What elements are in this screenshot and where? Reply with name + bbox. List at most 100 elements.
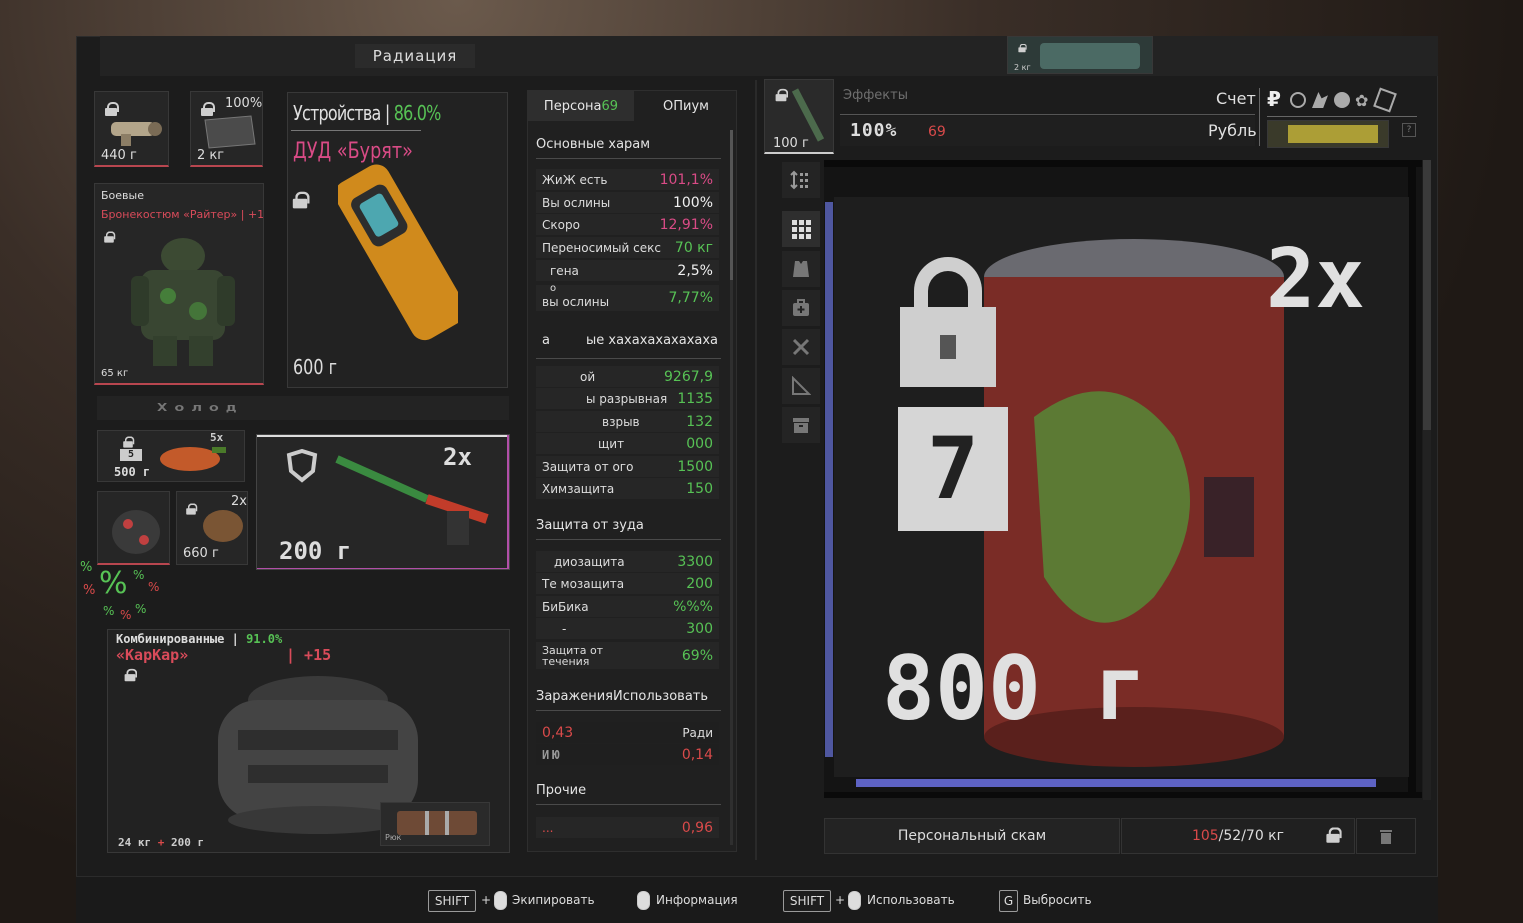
quick-slot-syringe[interactable]: 2x 200 г [256, 434, 510, 570]
quick-slot-grenade[interactable] [97, 491, 170, 565]
stat-label: Защита от ого [542, 459, 634, 474]
help-icon[interactable]: ? [1402, 123, 1416, 137]
stat-value: 2,5% [677, 262, 713, 279]
equip-slot-device[interactable]: Устройства | 86.0% ДУД «Бурят» 600 г [287, 92, 508, 388]
sort-icon [790, 170, 808, 190]
injector-pistol-icon [335, 455, 489, 545]
lock-icon [775, 88, 789, 102]
currency-label: Рубль [1208, 121, 1257, 140]
inventory-item-can[interactable]: 2x 7 800 г [834, 197, 1409, 777]
tab-opium[interactable]: ОПиум [634, 91, 738, 121]
stat-value: 000 [686, 435, 713, 452]
effects-value: 100% [850, 120, 898, 141]
currency-item-slot[interactable] [1267, 120, 1389, 148]
stat-value: 0,43 [542, 724, 574, 741]
stat-label-top: о [550, 283, 557, 294]
stat-label-wrap: о вы ослины [542, 283, 609, 309]
stats-scrollbar[interactable] [730, 130, 733, 845]
stat-value: 3300 [677, 553, 713, 570]
mouse-icon [637, 891, 650, 910]
divider [507, 435, 509, 569]
g-key: G [999, 890, 1018, 912]
equip-slot-weapon-attachment[interactable]: 440 г [94, 91, 169, 167]
window-title-tab[interactable]: Радиация [355, 44, 475, 68]
hint-use[interactable]: Использовать [867, 893, 955, 907]
stat-row: Скоро 12,91% [536, 214, 719, 235]
scope-icon [111, 122, 162, 146]
inventory-grid[interactable]: 2x 7 800 г [824, 160, 1422, 798]
backpack-weight: 24 кг [118, 836, 152, 849]
mouse-icon [848, 891, 861, 910]
divider [840, 114, 1255, 115]
effects-bar [840, 116, 1255, 146]
stat-label: диозащита [554, 554, 625, 569]
backpack-extra-weight: 200 г [171, 836, 205, 849]
divider [825, 202, 833, 757]
stat-row: Защита от течения 69% [536, 642, 719, 669]
hint-drop[interactable]: Выбросить [1023, 893, 1092, 907]
divider [1259, 88, 1260, 146]
divider [257, 568, 509, 569]
section-infections: ЗараженияИспользовать [536, 689, 721, 711]
stat-row: - 300 [536, 618, 719, 639]
item-weight: 660 г [183, 546, 219, 561]
inner-item-label: Рюк [385, 833, 402, 842]
category-misc-button[interactable] [782, 368, 820, 404]
category-storage-button[interactable] [782, 407, 820, 443]
gear-icon[interactable] [1290, 92, 1306, 108]
ruler-icon [792, 376, 811, 395]
item-weight: 100 г [773, 136, 809, 151]
backpack-inner-item[interactable]: Рюк [380, 802, 490, 846]
equip-slot-backpack[interactable]: Комбинированные | 91.0% «КарКар» | +15 Р… [107, 629, 510, 853]
tab-persona-label: Персона [543, 98, 602, 114]
effect-percent: % [120, 608, 132, 622]
grid-icon [792, 220, 811, 239]
carrot-food-icon [160, 447, 226, 471]
hint-equip[interactable]: Экипировать [512, 893, 595, 907]
durability: 100% [225, 96, 263, 111]
stat-row: Защита от ого 1500 [536, 456, 719, 477]
equip-slot-armor[interactable]: Боевые Бронекостюм «Райтер» | +14 65 кг [94, 183, 264, 385]
category-all-button[interactable] [782, 211, 820, 247]
stat-row: ... 0,96 [536, 817, 719, 838]
hint-info[interactable]: Информация [656, 893, 738, 907]
armor-name: Бронекостюм «Райтер» | +14 [101, 208, 264, 221]
top-item-slot[interactable]: 2 кг [1007, 36, 1153, 74]
item-weight: 800 г [882, 637, 1147, 740]
stat-row: гена 2,5% [536, 260, 719, 281]
stat-row: 0,43 Ради [536, 722, 719, 743]
backpack-category: Комбинированные [116, 632, 225, 646]
stat-value: 7,77% [668, 290, 713, 306]
box-icon [793, 418, 809, 433]
selected-item-slot[interactable]: 100 г [764, 79, 834, 154]
category-tools-button[interactable] [782, 329, 820, 365]
tab-persona[interactable]: Персона 69 [528, 91, 634, 121]
weight-readout: 105/52/70 кг [1121, 818, 1355, 854]
section-protection-title: ые хахахахахахаха [586, 333, 719, 348]
lock-icon [124, 668, 138, 682]
stash-name[interactable]: Персональный скам [824, 818, 1120, 854]
equip-slot-plate[interactable]: 100% 2 кг [190, 91, 263, 167]
quick-slot-food[interactable]: 5x 5 500 г [97, 430, 245, 482]
lock-icon [123, 436, 135, 448]
category-armor-button[interactable] [782, 251, 820, 287]
case-icon [397, 811, 477, 835]
inventory-scrollbar[interactable] [1423, 160, 1431, 800]
shield-icon [286, 449, 318, 483]
lock-all-icon[interactable] [1326, 827, 1342, 843]
flower-icon[interactable]: ✿ [1355, 91, 1368, 110]
effect-percent-large: % [99, 566, 128, 601]
category-medical-button[interactable] [782, 290, 820, 326]
divider [755, 80, 757, 860]
trash-button[interactable] [1356, 818, 1416, 854]
stat-value: 9267,9 [664, 368, 713, 385]
title-bar [100, 36, 1438, 76]
quick-slot-stone[interactable]: 2x 660 г [176, 491, 248, 565]
disc-icon[interactable] [1334, 92, 1350, 108]
case-icon [1040, 43, 1140, 69]
divider [291, 130, 421, 131]
stat-value: 150 [686, 480, 713, 497]
mouse-icon [494, 891, 507, 910]
sort-button[interactable] [782, 162, 820, 198]
stat-row: взрыв 132 [536, 411, 719, 432]
